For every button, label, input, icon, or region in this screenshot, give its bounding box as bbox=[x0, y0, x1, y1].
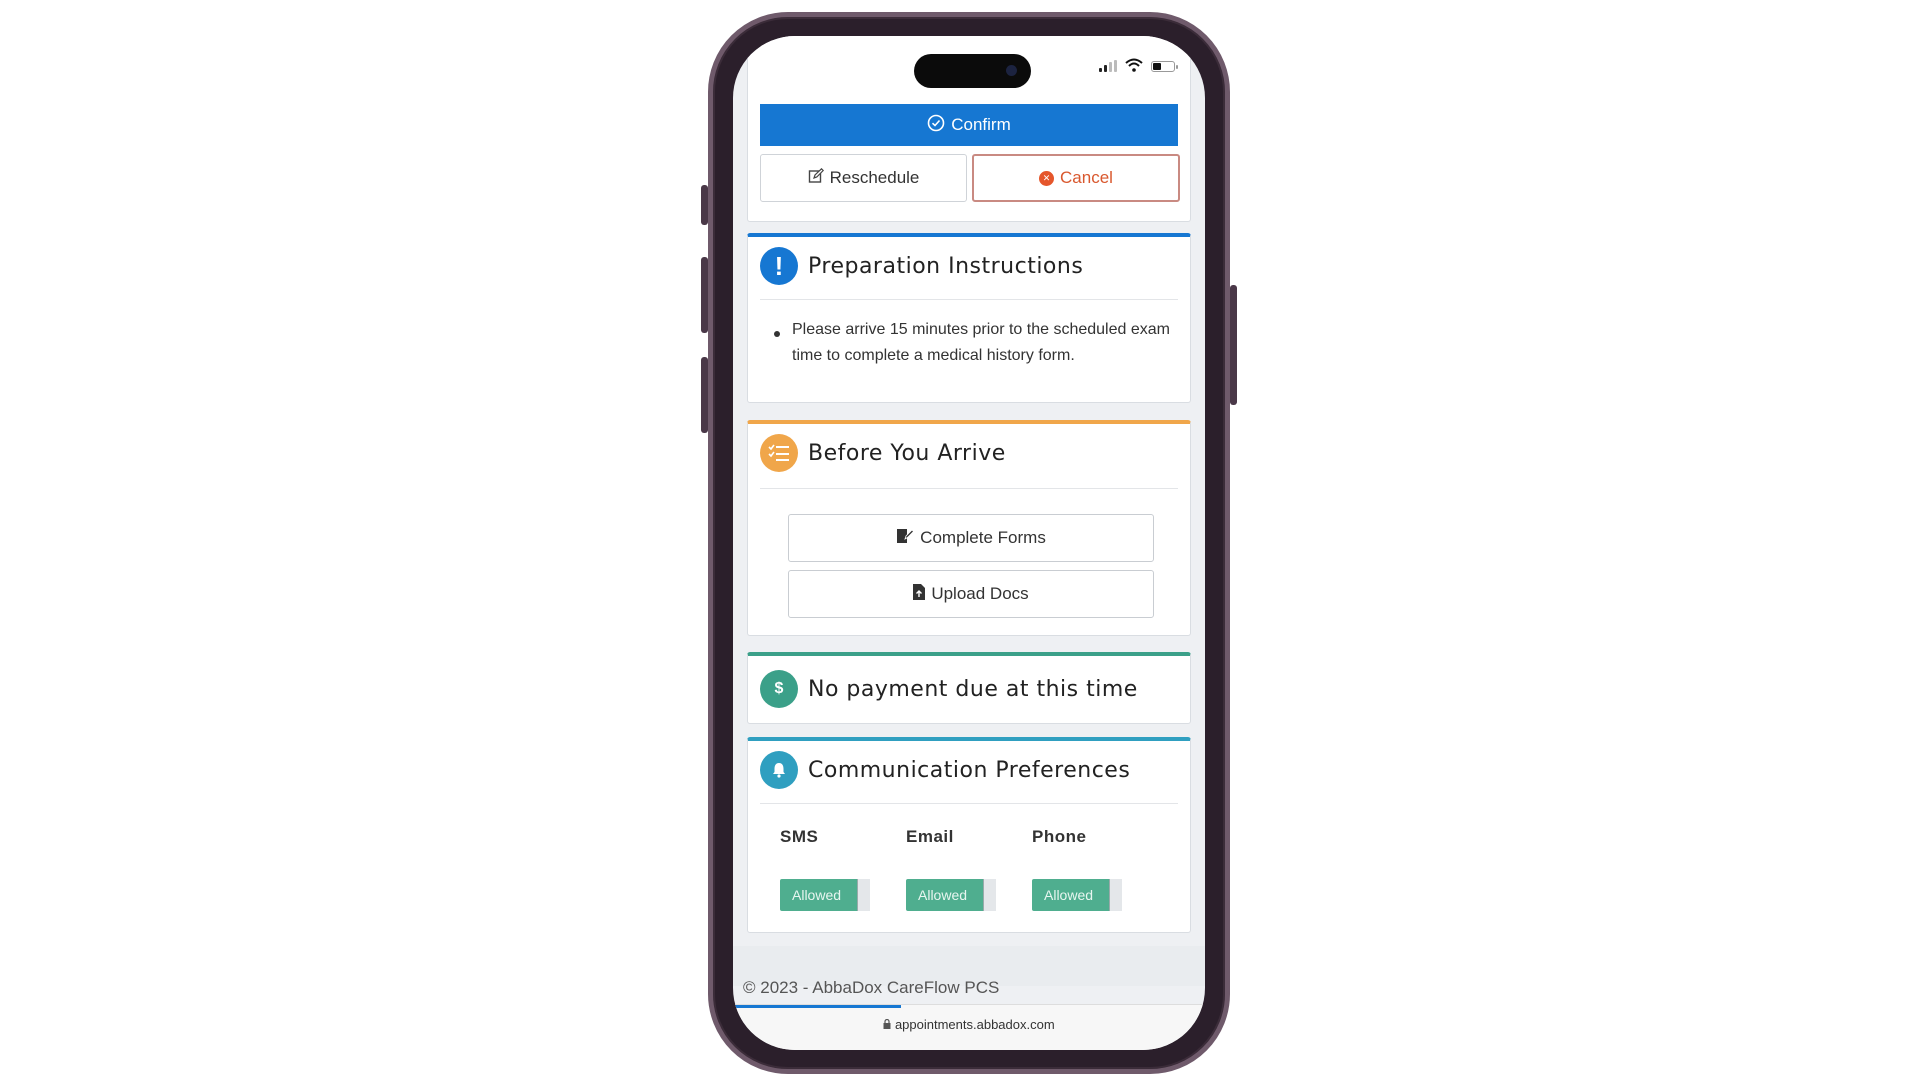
phone-label: Phone bbox=[1032, 827, 1087, 846]
divider bbox=[760, 803, 1178, 804]
bell-icon bbox=[760, 751, 798, 789]
divider bbox=[760, 299, 1178, 300]
email-label: Email bbox=[906, 827, 954, 846]
exclamation-icon: ! bbox=[760, 247, 798, 285]
footer-copyright: © 2023 - AbbaDox CareFlow PCS bbox=[743, 978, 1000, 997]
cancel-button[interactable]: ✕ Cancel bbox=[972, 154, 1180, 202]
complete-forms-label: Complete Forms bbox=[920, 528, 1046, 547]
communication-title: Communication Preferences bbox=[808, 757, 1131, 783]
toggle-knob bbox=[983, 879, 996, 911]
preparation-title: Preparation Instructions bbox=[808, 253, 1084, 279]
signal-icon bbox=[1099, 60, 1117, 72]
toggle-knob bbox=[857, 879, 870, 911]
browser-url-bar[interactable]: appointments.abbadox.com bbox=[733, 1004, 1205, 1050]
edit-icon bbox=[808, 167, 824, 189]
phone-toggle[interactable]: Allowed bbox=[1032, 879, 1122, 911]
payment-header: $ No payment due at this time bbox=[760, 670, 1138, 708]
sms-toggle-status: Allowed bbox=[792, 887, 842, 903]
form-edit-icon bbox=[896, 528, 915, 549]
upload-docs-button[interactable]: Upload Docs bbox=[788, 570, 1154, 618]
checklist-icon bbox=[760, 434, 798, 472]
payment-title: No payment due at this time bbox=[808, 676, 1138, 702]
preparation-header: ! Preparation Instructions bbox=[760, 247, 1083, 285]
cancel-label: Cancel bbox=[1060, 168, 1113, 187]
complete-forms-button[interactable]: Complete Forms bbox=[788, 514, 1154, 562]
volume-up-button bbox=[701, 257, 708, 333]
reschedule-label: Reschedule bbox=[829, 168, 920, 187]
before-arrive-card: Before You Arrive Complete Forms Upload … bbox=[747, 420, 1191, 636]
check-circle-icon bbox=[927, 114, 945, 137]
status-bar bbox=[1099, 58, 1178, 74]
confirm-button[interactable]: Confirm bbox=[760, 104, 1178, 146]
before-arrive-header: Before You Arrive bbox=[760, 434, 1006, 472]
mute-switch bbox=[701, 185, 708, 225]
toggle-knob bbox=[1109, 879, 1122, 911]
url-text: appointments.abbadox.com bbox=[733, 1017, 1205, 1032]
phone-screen: Confirm Reschedule ✕ Cancel ! Preparatio… bbox=[733, 36, 1205, 1050]
divider bbox=[760, 488, 1178, 489]
sms-toggle[interactable]: Allowed bbox=[780, 879, 870, 911]
confirm-label: Confirm bbox=[951, 115, 1011, 134]
wifi-icon bbox=[1125, 58, 1143, 74]
email-toggle-status: Allowed bbox=[918, 887, 968, 903]
bullet-icon bbox=[774, 331, 780, 337]
battery-icon bbox=[1151, 60, 1178, 72]
volume-down-button bbox=[701, 357, 708, 433]
lock-icon bbox=[883, 1017, 895, 1032]
payment-card: $ No payment due at this time bbox=[747, 652, 1191, 724]
dollar-icon: $ bbox=[760, 670, 798, 708]
email-toggle[interactable]: Allowed bbox=[906, 879, 996, 911]
upload-docs-label: Upload Docs bbox=[931, 584, 1029, 603]
cancel-x-icon: ✕ bbox=[1039, 170, 1055, 186]
sms-label: SMS bbox=[780, 827, 819, 846]
page-load-progress bbox=[733, 1005, 901, 1008]
phone-frame: Confirm Reschedule ✕ Cancel ! Preparatio… bbox=[701, 12, 1237, 1074]
dynamic-island bbox=[914, 54, 1031, 88]
url-value: appointments.abbadox.com bbox=[894, 1017, 1055, 1032]
before-arrive-title: Before You Arrive bbox=[808, 440, 1006, 466]
camera-icon bbox=[1006, 65, 1017, 76]
communication-header: Communication Preferences bbox=[760, 751, 1130, 789]
communication-card: Communication Preferences SMS Email Phon… bbox=[747, 737, 1191, 933]
preparation-item: Please arrive 15 minutes prior to the sc… bbox=[792, 321, 1170, 364]
power-button bbox=[1230, 285, 1237, 405]
reschedule-button[interactable]: Reschedule bbox=[760, 154, 967, 202]
file-upload-icon bbox=[913, 583, 926, 605]
phone-toggle-status: Allowed bbox=[1044, 887, 1094, 903]
preparation-card: ! Preparation Instructions Please arrive… bbox=[747, 233, 1191, 403]
